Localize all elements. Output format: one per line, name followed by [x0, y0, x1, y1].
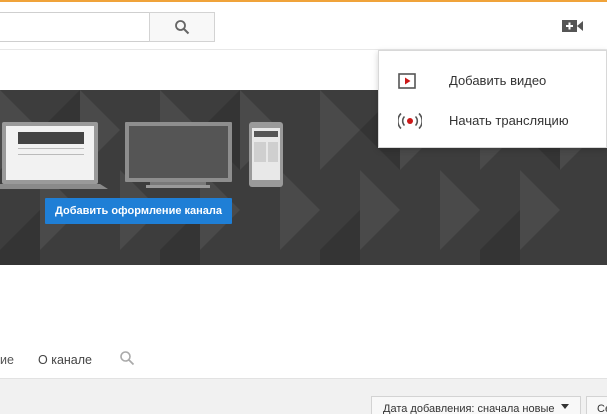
- masthead: [0, 2, 607, 50]
- search-input[interactable]: [0, 12, 150, 42]
- video-play-icon: [398, 73, 416, 89]
- search-icon[interactable]: [119, 350, 135, 366]
- secondary-button[interactable]: Се: [586, 396, 607, 414]
- search-button[interactable]: [149, 12, 215, 42]
- phone-device-illustration: [249, 122, 283, 187]
- tab-partial[interactable]: ие: [0, 353, 14, 367]
- upload-menu: Добавить видео Начать трансляцию: [378, 50, 607, 148]
- chevron-down-icon: [561, 404, 569, 409]
- live-broadcast-icon: [398, 112, 422, 130]
- menu-item-go-live[interactable]: Начать трансляцию: [379, 101, 607, 141]
- menu-item-label: Добавить видео: [449, 73, 547, 88]
- add-channel-art-button[interactable]: Добавить оформление канала: [45, 198, 232, 224]
- search-icon: [175, 20, 190, 35]
- channel-tabs: ие О канале: [0, 345, 607, 377]
- tv-device-illustration: [125, 122, 232, 188]
- tab-about[interactable]: О канале: [38, 353, 92, 367]
- menu-item-upload-video[interactable]: Добавить видео: [379, 61, 607, 101]
- menu-item-label: Начать трансляцию: [449, 113, 569, 128]
- laptop-device-illustration: [0, 122, 108, 189]
- video-camera-add-icon[interactable]: [562, 18, 584, 34]
- sort-dropdown[interactable]: Дата добавления: сначала новые: [371, 396, 581, 414]
